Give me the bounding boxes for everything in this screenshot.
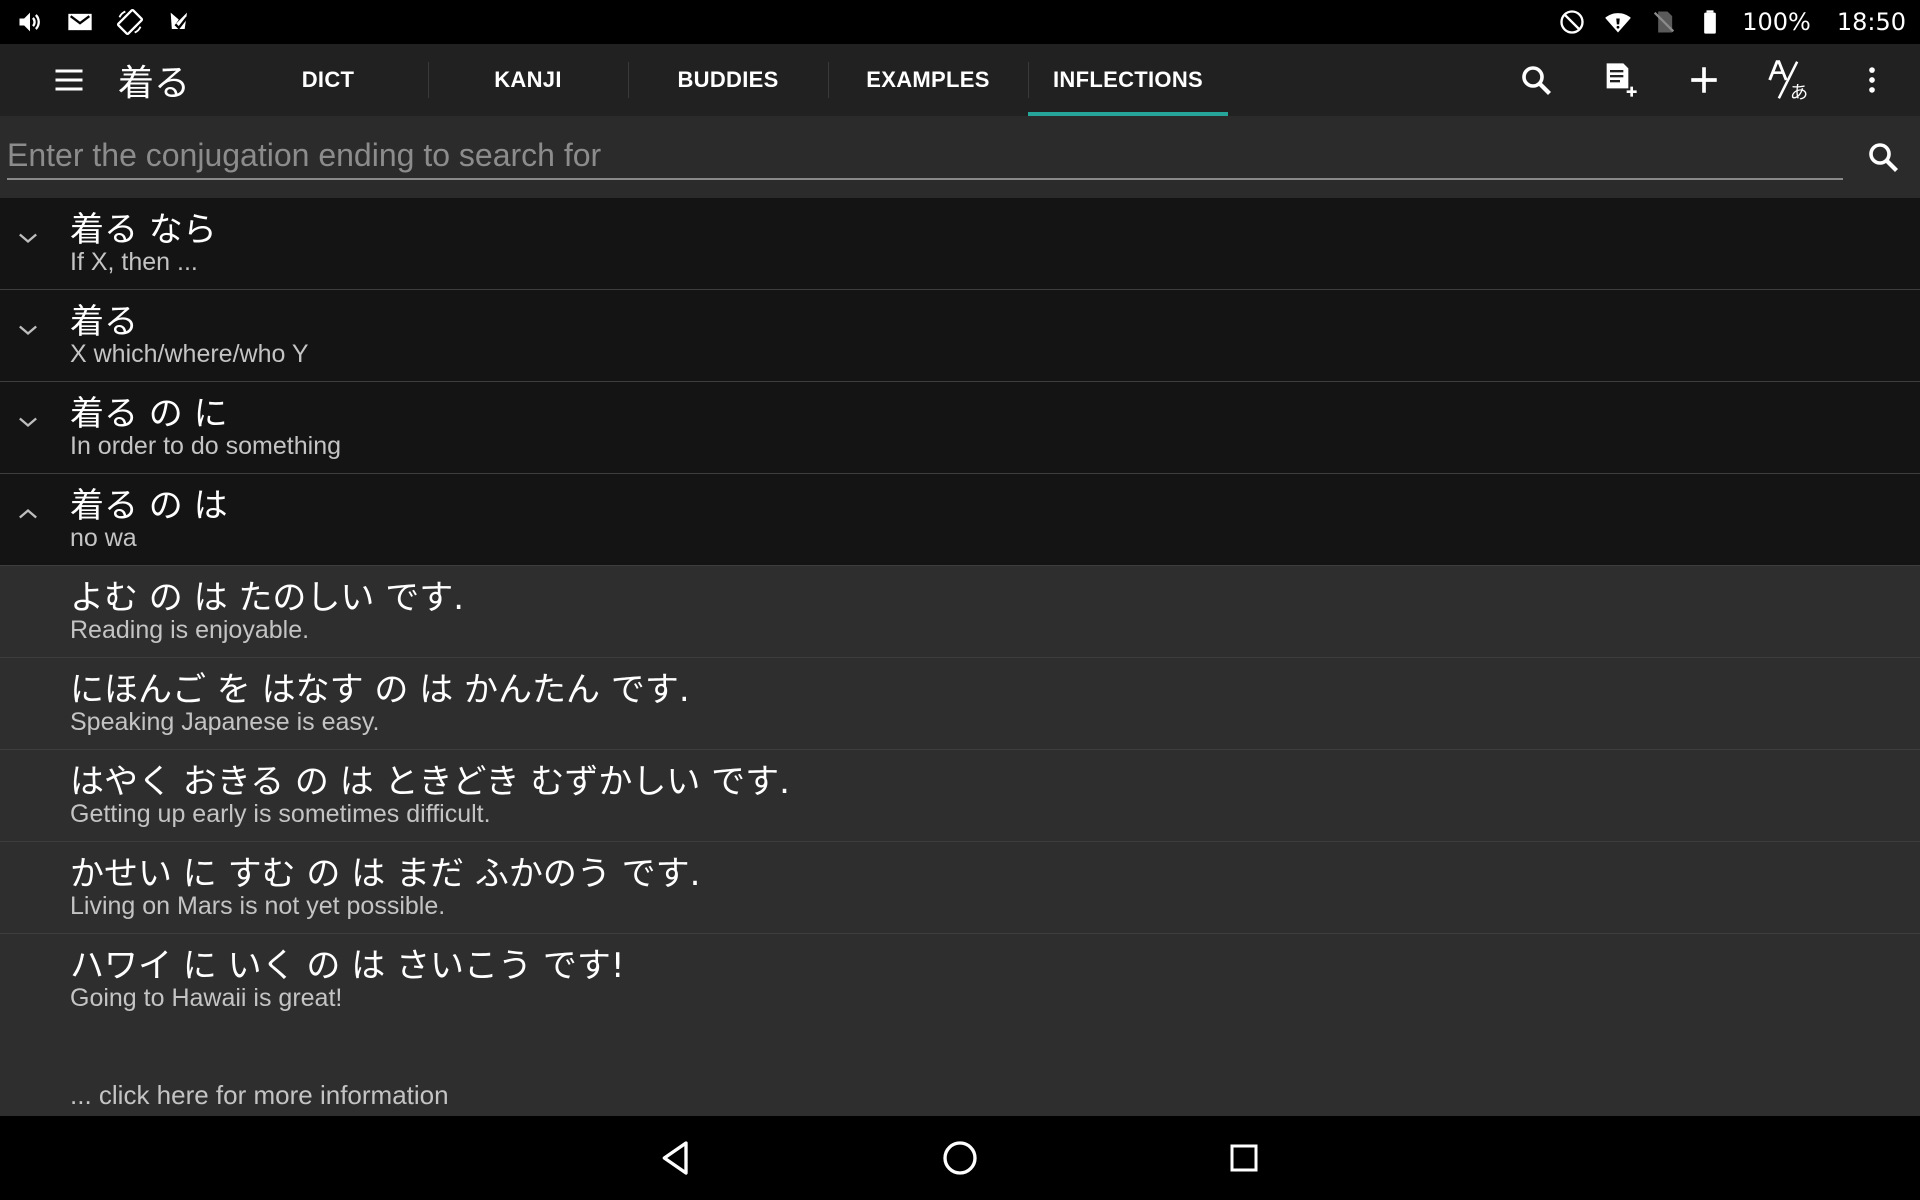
inflection-form: 着る の は bbox=[70, 486, 228, 526]
example-sentence[interactable]: よむ の は たのしい です. Reading is enjoyable. bbox=[0, 566, 1920, 658]
example-sentence[interactable]: にほんご を はなす の は かんたん です. Speaking Japanes… bbox=[0, 658, 1920, 750]
inflection-form: 着る の に bbox=[70, 394, 228, 434]
plus-icon bbox=[1691, 67, 1717, 93]
inflection-group[interactable]: 着る の に In order to do something bbox=[0, 382, 1920, 474]
status-left bbox=[16, 8, 194, 36]
example-sentence[interactable]: ハワイ に いく の は さいこう です! Going to Hawaii is… bbox=[0, 934, 1920, 1026]
search-icon bbox=[1522, 66, 1551, 95]
example-japanese: にほんご を はなす の は かんたん です. bbox=[70, 670, 690, 710]
gmail-icon bbox=[68, 13, 92, 31]
overflow-menu-button[interactable] bbox=[1848, 56, 1896, 104]
example-japanese: かせい に すむ の は まだ ふかのう です. bbox=[70, 854, 701, 894]
recents-button[interactable] bbox=[1218, 1132, 1270, 1184]
back-icon bbox=[662, 1141, 688, 1175]
inflection-meaning: no wa bbox=[70, 524, 137, 552]
tab-dict[interactable]: DICT bbox=[228, 44, 428, 116]
volume-icon bbox=[19, 12, 40, 32]
hamburger-menu-icon bbox=[55, 69, 83, 91]
conjugation-search-input[interactable] bbox=[7, 132, 1843, 180]
example-english: Speaking Japanese is easy. bbox=[70, 708, 380, 736]
tab-examples[interactable]: EXAMPLES bbox=[828, 44, 1028, 116]
translate-icon: あ bbox=[1768, 60, 1808, 102]
battery-icon bbox=[1704, 10, 1717, 34]
status-right: 100% 18:50 bbox=[1558, 8, 1906, 36]
example-japanese: ハワイ に いく の は さいこう です! bbox=[70, 946, 625, 986]
app-notification-icon bbox=[170, 12, 188, 30]
inflection-group[interactable]: 着る なら If X, then ... bbox=[0, 198, 1920, 290]
back-button[interactable] bbox=[650, 1132, 702, 1184]
conjugation-search-button[interactable] bbox=[1860, 134, 1906, 180]
example-japanese: はやく おきる の は ときどき むずかしい です. bbox=[70, 762, 790, 802]
add-button[interactable] bbox=[1680, 56, 1728, 104]
add-note-button[interactable] bbox=[1596, 56, 1644, 104]
app-title: 着る bbox=[118, 63, 191, 104]
no-sim-icon bbox=[1654, 11, 1675, 33]
tab-buddies[interactable]: BUDDIES bbox=[628, 44, 828, 116]
search-button[interactable] bbox=[1512, 56, 1560, 104]
tab-bar: DICT KANJI BUDDIES EXAMPLES INFLECTIONS bbox=[228, 44, 1228, 116]
recents-icon bbox=[1230, 1144, 1258, 1172]
translate-button[interactable]: あ bbox=[1764, 56, 1812, 104]
chevron-down-icon bbox=[19, 417, 37, 428]
inflection-form: 着る bbox=[70, 302, 138, 342]
example-sentence[interactable]: はやく おきる の は ときどき むずかしい です. Getting up ea… bbox=[0, 750, 1920, 842]
chevron-down-icon bbox=[19, 325, 37, 336]
screen: 100% 18:50 着る DICT KANJI BUDDIES EXAMPLE… bbox=[0, 0, 1920, 1200]
add-note-icon bbox=[1606, 63, 1637, 97]
search-area bbox=[0, 116, 1920, 198]
search-icon bbox=[1869, 143, 1898, 172]
more-info-area: ... click here for more information bbox=[0, 1024, 1920, 1116]
more-vert-icon bbox=[1869, 67, 1875, 93]
inflection-meaning: If X, then ... bbox=[70, 248, 198, 276]
inflection-list: 着る なら If X, then ... 着る X which/where/wh… bbox=[0, 198, 1920, 1026]
status-bar: 100% 18:50 bbox=[0, 0, 1920, 44]
wifi-icon bbox=[1605, 13, 1632, 33]
example-english: Living on Mars is not yet possible. bbox=[70, 892, 446, 920]
navigation-bar bbox=[0, 1116, 1920, 1200]
example-english: Getting up early is sometimes difficult. bbox=[70, 800, 491, 828]
app-bar-actions: あ bbox=[1512, 44, 1896, 116]
do-not-disturb-icon bbox=[1560, 10, 1584, 34]
inflection-meaning: In order to do something bbox=[70, 432, 341, 460]
example-english: Reading is enjoyable. bbox=[70, 616, 310, 644]
example-japanese: よむ の は たのしい です. bbox=[70, 578, 465, 618]
clock: 18:50 bbox=[1836, 8, 1906, 36]
home-icon bbox=[943, 1141, 977, 1175]
more-info-link[interactable]: ... click here for more information bbox=[70, 1080, 449, 1111]
chevron-down-icon bbox=[19, 233, 37, 244]
inflection-form: 着る なら bbox=[70, 210, 217, 250]
home-button[interactable] bbox=[934, 1132, 986, 1184]
battery-percent: 100% bbox=[1742, 8, 1811, 36]
inflection-group-expanded[interactable]: 着る の は no wa bbox=[0, 474, 1920, 566]
example-english: Going to Hawaii is great! bbox=[70, 984, 343, 1012]
svg-text:あ: あ bbox=[1790, 82, 1808, 102]
tab-kanji[interactable]: KANJI bbox=[428, 44, 628, 116]
inflection-meaning: X which/where/who Y bbox=[70, 340, 309, 368]
chevron-up-icon bbox=[19, 508, 37, 519]
app-bar: 着る DICT KANJI BUDDIES EXAMPLES INFLECTIO… bbox=[0, 44, 1920, 116]
example-sentence[interactable]: かせい に すむ の は まだ ふかのう です. Living on Mars … bbox=[0, 842, 1920, 934]
tab-inflections[interactable]: INFLECTIONS bbox=[1028, 44, 1228, 116]
menu-button[interactable] bbox=[46, 57, 92, 103]
screen-rotation-icon bbox=[116, 8, 144, 36]
inflection-group[interactable]: 着る X which/where/who Y bbox=[0, 290, 1920, 382]
